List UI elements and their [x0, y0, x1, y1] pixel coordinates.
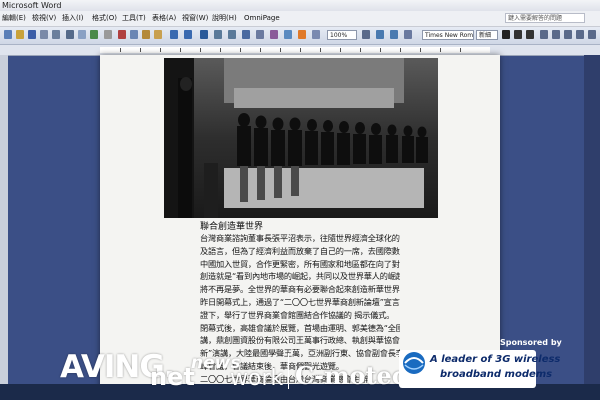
research-icon[interactable]	[104, 30, 112, 39]
body-paragraph-line: 閉幕式後，高雄會議於展覽，首場由運明、郭美德為“全國會心先驅課程鴻圖”的講演	[200, 322, 400, 333]
align-center-icon[interactable]	[552, 30, 560, 39]
show-hide-icon[interactable]	[298, 30, 306, 39]
font-size-select[interactable]: 新細	[476, 30, 498, 40]
undo-icon[interactable]	[170, 30, 178, 39]
menu-format[interactable]: 格式(O)	[92, 11, 117, 26]
format-painter-icon[interactable]	[154, 30, 162, 39]
body-paragraph-line: 證下，舉行了世界商業會館團結合作協議的 揭示儀式。	[200, 309, 395, 320]
photo-caption: 聯合創造華世界	[200, 222, 264, 232]
body-paragraph-line: 及語言，但為了經濟利益而放棄了自己的一席，去國際數一化美與自由貿易圈已形成，來自…	[200, 245, 400, 256]
permission-icon[interactable]	[40, 30, 48, 39]
style-icon[interactable]	[376, 30, 384, 39]
aving-work-text: work	[230, 366, 284, 391]
tables-borders-icon[interactable]	[214, 30, 222, 39]
vertical-scrollbar[interactable]	[584, 55, 600, 400]
justify-icon[interactable]	[576, 30, 584, 39]
ruler-tick	[360, 48, 361, 52]
menu-tools[interactable]: 工具(T)	[122, 11, 146, 26]
cut-icon[interactable]	[118, 30, 126, 39]
cmotech-globe-icon	[403, 352, 425, 374]
ruler-tick	[440, 48, 441, 52]
menu-table[interactable]: 表格(A)	[152, 11, 176, 26]
save-icon[interactable]	[28, 30, 36, 39]
open-icon[interactable]	[16, 30, 24, 39]
ruler-tick	[220, 48, 221, 52]
ruler-tick	[420, 48, 421, 52]
ruler-tick	[240, 48, 241, 52]
insert-table-icon[interactable]	[228, 30, 236, 39]
read-icon[interactable]	[312, 30, 320, 39]
columns-icon[interactable]	[256, 30, 264, 39]
ruler-tick	[120, 48, 121, 52]
ruler-tick	[340, 48, 341, 52]
ruler-tick	[400, 48, 401, 52]
underline-icon[interactable]	[526, 30, 534, 39]
body-paragraph-line: 講，鼎創團資股份有限公司王萬事行政總、執創與華協會 為“對中華文化 扮演中國 的…	[200, 335, 400, 346]
paste-icon[interactable]	[142, 30, 150, 39]
ruler-text-area	[100, 47, 490, 53]
aving-net-text: net	[150, 363, 195, 391]
body-paragraph-line: 昨日開幕式上，通過了“二〇〇七世界華商創新論壇”宣言，樊家共在同樂館“運明 見	[200, 296, 400, 307]
styles-pane-icon[interactable]	[390, 30, 398, 39]
bold-icon[interactable]	[502, 30, 510, 39]
align-left-icon[interactable]	[540, 30, 548, 39]
ruler-tick	[300, 48, 301, 52]
watermark-divider	[288, 353, 289, 389]
menu-omnipage[interactable]: OmniPage	[244, 11, 280, 26]
spelling-icon[interactable]	[90, 30, 98, 39]
new-document-icon[interactable]	[4, 30, 12, 39]
ruler-tick	[180, 48, 181, 52]
zoom-select[interactable]: 100%	[327, 30, 357, 40]
ruler-tick	[160, 48, 161, 52]
menu-help[interactable]: 說明(H)	[212, 11, 237, 26]
sponsor-tagline-line1: A leader of 3G wireless	[430, 354, 561, 365]
ruler-tick	[260, 48, 261, 52]
window-title: Microsoft Word	[2, 1, 62, 10]
redo-icon[interactable]	[184, 30, 192, 39]
body-paragraph-line: 將不再是夢。全世界的華商有必要聯合起來創造新華世界”。	[200, 284, 400, 295]
document-map-icon[interactable]	[284, 30, 292, 39]
ruler-tick	[460, 48, 461, 52]
menu-insert[interactable]: 插入(I)	[62, 11, 84, 26]
hyperlink-icon[interactable]	[200, 30, 208, 39]
title-bar: Microsoft Word	[0, 0, 600, 11]
ruler-tick	[140, 48, 141, 52]
help-icon[interactable]	[362, 30, 370, 39]
italic-icon[interactable]	[514, 30, 522, 39]
ruler-tick	[380, 48, 381, 52]
vertical-ruler[interactable]	[0, 55, 8, 400]
menu-view[interactable]: 檢視(V)	[32, 11, 56, 26]
body-paragraph-line: 台灣商業諮詢董事長張平沼表示，往隨世界經濟全球化的來臨，歐美日國家有不同程度	[200, 233, 400, 243]
help-question-input[interactable]: 鍵入需要解答的問題	[505, 13, 585, 23]
insert-excel-icon[interactable]	[242, 30, 250, 39]
font-name-select[interactable]: Times New Roman	[422, 30, 474, 40]
print-preview-icon[interactable]	[78, 30, 86, 39]
ruler-tick	[280, 48, 281, 52]
align-right-icon[interactable]	[564, 30, 572, 39]
conference-photo-image	[164, 58, 438, 218]
sponsored-by-label: Sponsored by	[500, 338, 562, 347]
ruler-tick	[200, 48, 201, 52]
word-window: Microsoft Word 編輯(E) 檢視(V) 插入(I) 格式(O) 工…	[0, 0, 600, 400]
conference-photo	[164, 58, 438, 218]
menu-window[interactable]: 視窗(W)	[182, 11, 208, 26]
print-icon[interactable]	[66, 30, 74, 39]
body-paragraph-line: 中國加入世貿，合作更緊密，所有國家和地區都在向了對話交流的動態，兩岸同是由北大對	[200, 258, 400, 269]
sponsor-tagline-line2: broadband modems	[440, 369, 553, 380]
ruler-tick	[320, 48, 321, 52]
copy-icon[interactable]	[130, 30, 138, 39]
body-paragraph-line: 創造就是“看到內地市場的崛起，共同以及世界華人的崛起，這一世紀創造中國人對世紀	[200, 271, 400, 282]
font-dropdown-icon[interactable]	[404, 30, 412, 39]
standard-toolbar	[0, 27, 600, 45]
drawing-icon[interactable]	[270, 30, 278, 39]
menu-edit[interactable]: 編輯(E)	[2, 11, 26, 26]
line-spacing-icon[interactable]	[588, 30, 596, 39]
email-icon[interactable]	[52, 30, 60, 39]
